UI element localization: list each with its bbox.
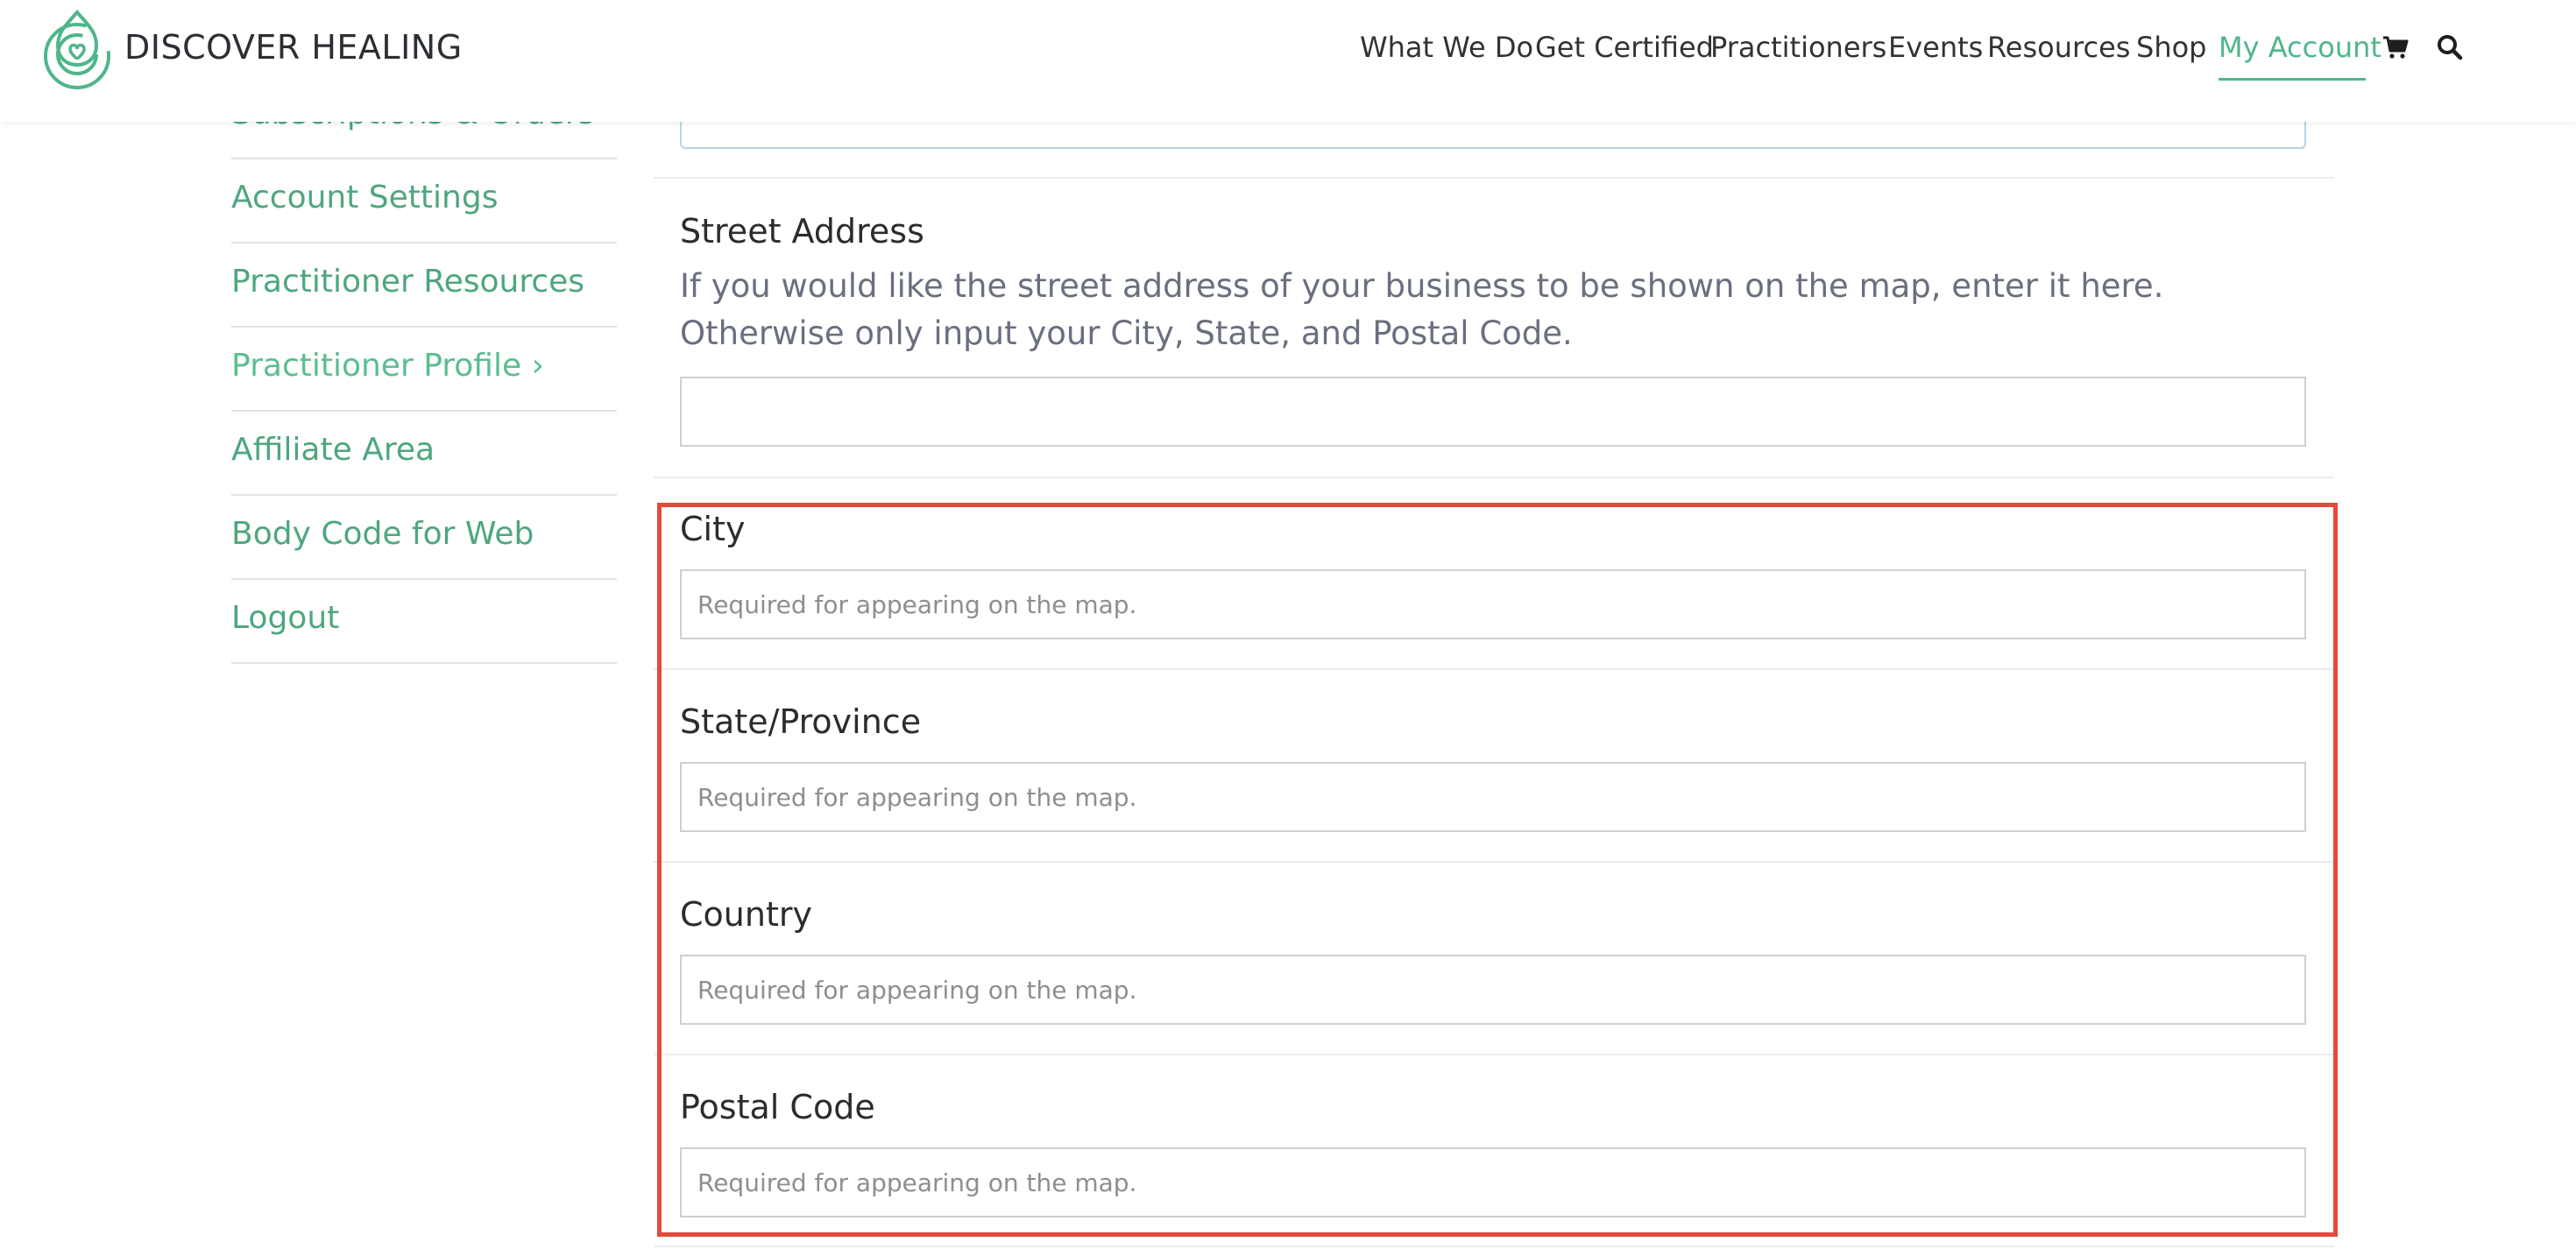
street-address-input[interactable] xyxy=(680,377,2306,447)
row-divider xyxy=(654,1054,2334,1055)
nav-practitioners[interactable]: Practitioners xyxy=(1710,26,1886,68)
search-icon[interactable] xyxy=(2436,33,2464,61)
sidebar-item-practitioner-resources[interactable]: Practitioner Resources xyxy=(231,243,617,328)
sidebar-item-label: Account Settings xyxy=(231,180,499,215)
nav-shop[interactable]: Shop xyxy=(2136,26,2206,68)
state-province-input[interactable] xyxy=(680,762,2306,832)
city-label: City xyxy=(680,510,746,548)
sidebar-item-body-code-for-web[interactable]: Body Code for Web xyxy=(231,496,617,580)
sidebar-item-affiliate-area[interactable]: Affiliate Area xyxy=(231,412,617,496)
row-divider xyxy=(654,476,2334,478)
brand-name[interactable]: DISCOVER HEALING xyxy=(124,26,463,68)
sidebar-item-logout[interactable]: Logout xyxy=(231,580,617,664)
postal-code-label: Postal Code xyxy=(680,1088,875,1126)
street-address-label: Street Address xyxy=(680,212,924,250)
active-nav-underline xyxy=(2219,78,2366,81)
site-header: DISCOVER HEALING What We Do Get Certifie… xyxy=(0,0,2576,122)
nav-events[interactable]: Events xyxy=(1888,26,1983,68)
sidebar-item-practitioner-profile[interactable]: Practitioner Profile › xyxy=(231,328,617,412)
country-input[interactable] xyxy=(680,955,2306,1025)
nav-what-we-do[interactable]: What We Do xyxy=(1360,26,1533,68)
state-province-label: State/Province xyxy=(680,702,922,741)
country-label: Country xyxy=(680,895,812,934)
sidebar-item-label: Practitioner Profile › xyxy=(231,348,544,384)
row-divider xyxy=(654,668,2334,670)
nav-get-certified[interactable]: Get Certified xyxy=(1535,26,1714,68)
sidebar-item-label: Body Code for Web xyxy=(231,516,534,552)
row-divider xyxy=(654,177,2334,179)
sidebar-item-label: Practitioner Resources xyxy=(231,264,585,300)
row-divider xyxy=(654,1245,2334,1247)
cart-icon[interactable] xyxy=(2381,33,2410,61)
city-input[interactable] xyxy=(680,569,2306,639)
discover-healing-logo-icon[interactable] xyxy=(35,7,119,91)
sidebar-item-label: Affiliate Area xyxy=(231,432,435,468)
sidebar-item-account-settings[interactable]: Account Settings xyxy=(231,159,617,243)
sidebar-item-label: Logout xyxy=(231,600,340,636)
nav-my-account[interactable]: My Account xyxy=(2219,26,2381,68)
row-divider xyxy=(654,861,2334,863)
street-address-help-text: If you would like the street address of … xyxy=(680,267,2164,352)
nav-resources[interactable]: Resources xyxy=(1987,26,2130,68)
postal-code-input[interactable] xyxy=(680,1147,2306,1217)
